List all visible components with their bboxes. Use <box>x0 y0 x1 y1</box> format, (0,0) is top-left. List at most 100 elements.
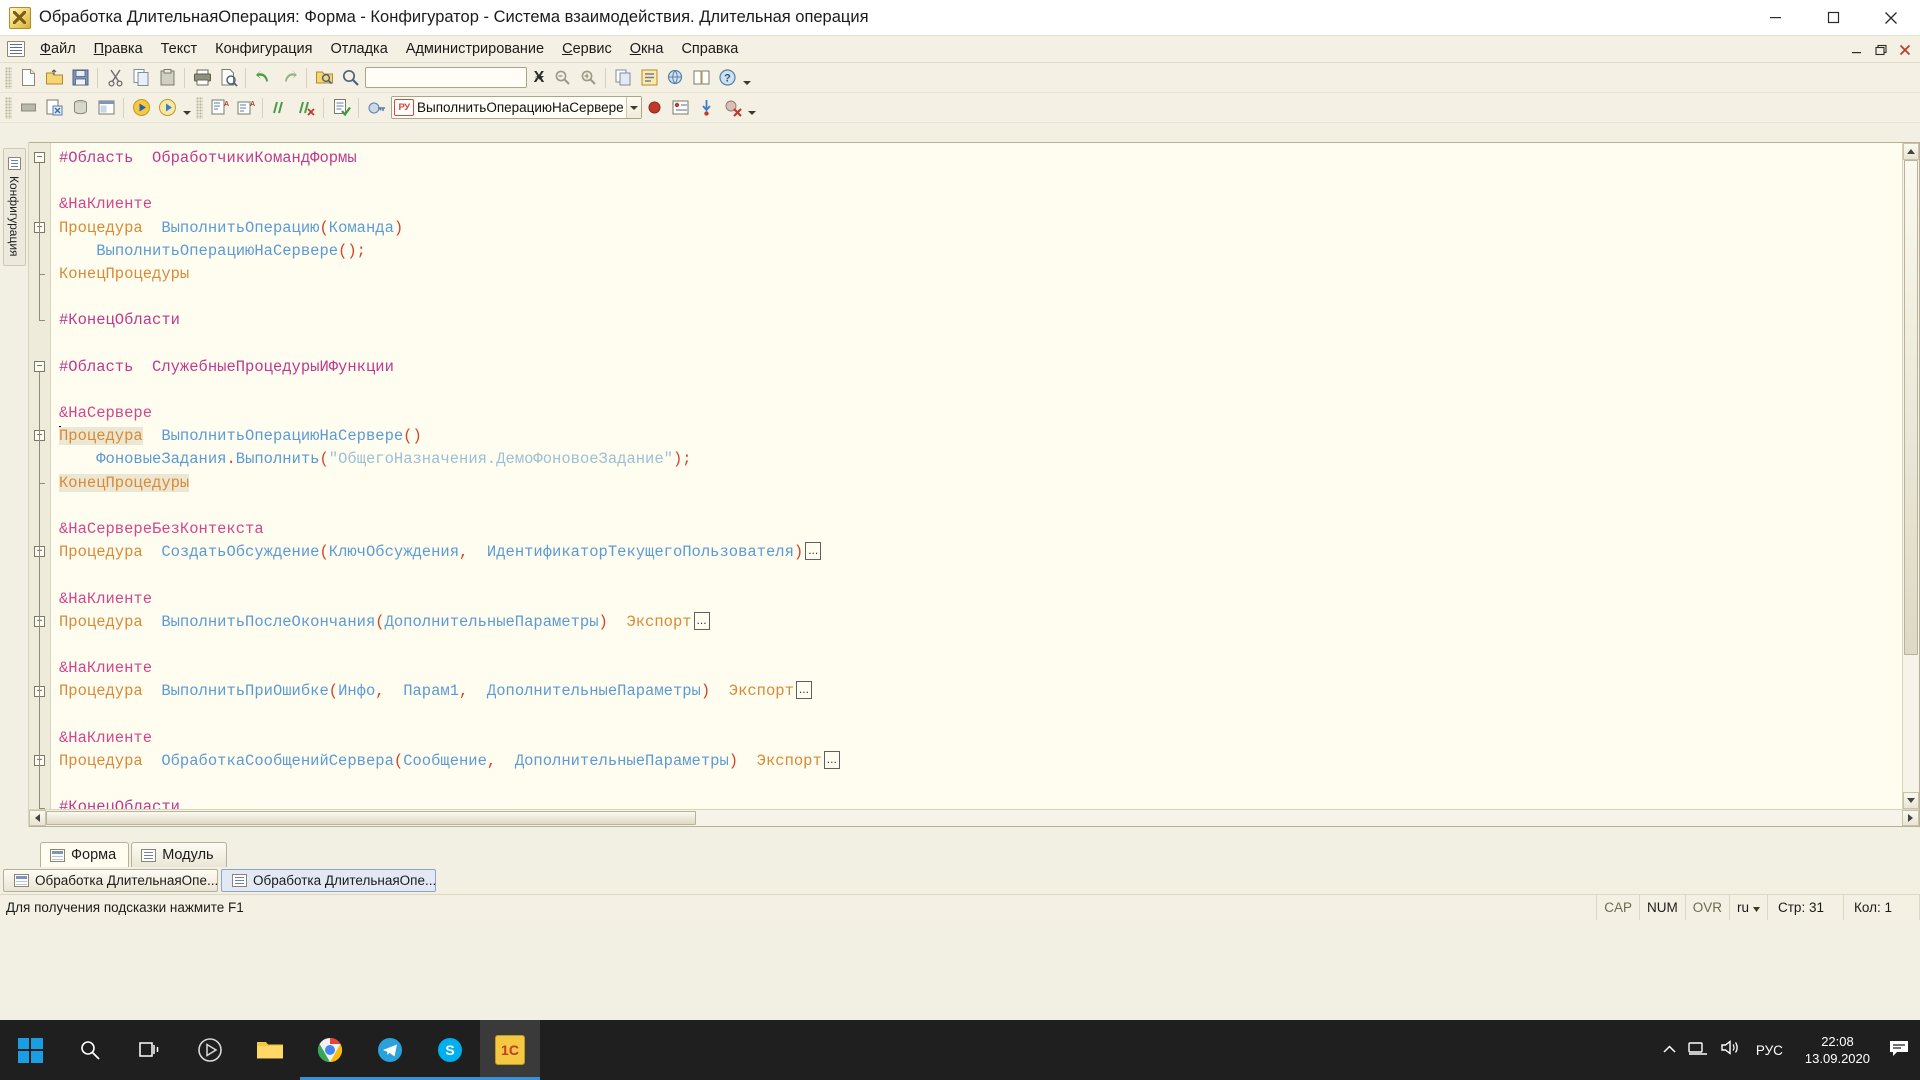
code-line[interactable]: Процедура ОбработкаСообщенийСервера(Сооб… <box>51 750 1902 773</box>
new-document-icon[interactable] <box>15 65 41 91</box>
minimize-button[interactable] <box>1746 0 1804 36</box>
scroll-left-button[interactable] <box>29 810 46 826</box>
step-into-icon[interactable] <box>694 95 720 121</box>
code-line[interactable]: &НаКлиенте <box>51 657 1902 680</box>
module-password-icon[interactable] <box>363 95 389 121</box>
menu-text[interactable]: Текст <box>152 38 207 60</box>
window-item-module[interactable]: Обработка ДлительнаяОпе... <box>221 869 436 892</box>
syntax-assistant-icon[interactable] <box>688 65 714 91</box>
toolbar-overflow-icon[interactable] <box>746 95 759 121</box>
toolbar-grip[interactable] <box>5 66 12 89</box>
start-debug-icon[interactable] <box>128 95 154 121</box>
clear-find-button[interactable]: X <box>529 65 549 91</box>
scroll-up-button[interactable] <box>1903 143 1919 160</box>
menu-configuration[interactable]: Конфигурация <box>206 38 321 60</box>
clock[interactable]: 22:08 13.09.2020 <box>1799 1033 1876 1067</box>
code-line[interactable]: Процедура ВыполнитьПослеОкончания(Дополн… <box>51 611 1902 634</box>
window-item-form[interactable]: Обработка ДлительнаяОпе... <box>3 869 218 892</box>
global-search-icon[interactable] <box>662 65 688 91</box>
configuration-tree-icon[interactable] <box>636 65 662 91</box>
notification-icon[interactable] <box>1888 1038 1910 1063</box>
code-line[interactable]: ФоновыеЗадания.Выполнить("ОбщегоНазначен… <box>51 448 1902 471</box>
child-maximize-icon[interactable] <box>1870 40 1892 60</box>
find-next-icon[interactable] <box>575 65 601 91</box>
collapsed-region-marker[interactable]: ... <box>795 681 812 700</box>
undo-arrow-icon[interactable] <box>250 65 276 91</box>
print-preview-icon[interactable] <box>215 65 241 91</box>
tab-module[interactable]: Модуль <box>131 842 227 867</box>
db-update-icon[interactable] <box>67 95 93 121</box>
fold-gutter[interactable]: −−−−++++ <box>29 143 51 809</box>
search-magnifier-icon[interactable] <box>337 65 363 91</box>
copy-icon[interactable] <box>128 65 154 91</box>
find-input[interactable] <box>366 70 535 85</box>
speaker-icon[interactable] <box>1720 1039 1740 1061</box>
open-folder-icon[interactable] <box>41 65 67 91</box>
find-previous-icon[interactable] <box>549 65 575 91</box>
paste-icon[interactable] <box>154 65 180 91</box>
chevron-up-icon[interactable] <box>1663 1041 1676 1059</box>
horizontal-scrollbar[interactable] <box>29 809 1919 826</box>
sidebar-item-configuration[interactable]: Конфигурация <box>2 148 26 266</box>
help-question-icon[interactable]: ? <box>714 65 740 91</box>
chevron-down-icon[interactable] <box>180 95 193 121</box>
code-line[interactable] <box>51 286 1902 309</box>
code-line[interactable]: &НаСервереБезКонтекста <box>51 518 1902 541</box>
menu-debug[interactable]: Отладка <box>321 38 396 60</box>
chevron-down-icon[interactable] <box>625 97 641 118</box>
file-explorer-icon[interactable] <box>240 1020 300 1080</box>
start-debug-client-icon[interactable] <box>154 95 180 121</box>
breakpoint-list-icon[interactable] <box>668 95 694 121</box>
close-button[interactable] <box>1862 0 1920 36</box>
set-breakpoint-icon[interactable] <box>642 95 668 121</box>
vscroll-track[interactable] <box>1903 160 1919 792</box>
menu-administration[interactable]: Администрирование <box>397 38 553 60</box>
go-to-procedure-icon[interactable]: A <box>206 95 232 121</box>
remove-all-breakpoints-icon[interactable] <box>720 95 746 121</box>
skype-icon[interactable]: S <box>420 1020 480 1080</box>
network-icon[interactable] <box>1688 1040 1708 1061</box>
task-view-icon[interactable] <box>120 1020 180 1080</box>
code-text-area[interactable]: #Область ОбработчикиКомандФормы &НаКлиент… <box>51 143 1902 809</box>
toolbar-grip[interactable] <box>5 96 12 119</box>
code-line[interactable]: #Область ОбработчикиКомандФормы <box>51 147 1902 170</box>
code-line[interactable]: КонецПроцедуры <box>51 263 1902 286</box>
code-line[interactable] <box>51 379 1902 402</box>
collapsed-region-marker[interactable]: ... <box>823 750 840 769</box>
code-line[interactable] <box>51 564 1902 587</box>
search-taskbar-icon[interactable] <box>60 1020 120 1080</box>
toolbar-overflow-icon[interactable] <box>740 65 753 91</box>
child-close-icon[interactable] <box>1894 40 1916 60</box>
code-line[interactable]: #Область СлужебныеПроцедурыИФункции <box>51 356 1902 379</box>
code-line[interactable] <box>51 634 1902 657</box>
menu-service[interactable]: Сервис <box>553 38 621 60</box>
code-line[interactable] <box>51 495 1902 518</box>
maximize-button[interactable] <box>1804 0 1862 36</box>
code-line[interactable]: #КонецОбласти <box>51 309 1902 332</box>
code-line[interactable] <box>51 704 1902 727</box>
language-indicator[interactable]: РУС <box>1752 1043 1787 1058</box>
comment-block-icon[interactable] <box>267 95 293 121</box>
code-line[interactable]: &НаКлиенте <box>51 588 1902 611</box>
telegram-icon[interactable] <box>360 1020 420 1080</box>
menu-file[interactable]: Файл <box>31 38 85 60</box>
cut-scissors-icon[interactable] <box>102 65 128 91</box>
code-line[interactable]: КонецПроцедуры <box>51 472 1902 495</box>
code-line[interactable]: ВыполнитьОперациюНаСервере(); <box>51 240 1902 263</box>
chrome-icon[interactable] <box>300 1020 360 1080</box>
code-line[interactable]: #КонецОбласти <box>51 796 1902 809</box>
go-to-function-icon[interactable]: A <box>232 95 258 121</box>
menu-windows[interactable]: Окна <box>621 38 673 60</box>
collapsed-region-marker[interactable]: ... <box>805 542 822 561</box>
code-line[interactable] <box>51 333 1902 356</box>
save-icon[interactable] <box>67 65 93 91</box>
scroll-down-button[interactable] <box>1903 792 1919 809</box>
redo-arrow-icon[interactable] <box>276 65 302 91</box>
find-combo[interactable] <box>365 67 544 88</box>
menu-edit[interactable]: Правка <box>85 38 152 60</box>
code-line[interactable]: Процедура ВыполнитьОперациюНаСервере() <box>51 425 1902 448</box>
database-config-icon[interactable] <box>41 95 67 121</box>
find-in-folder-icon[interactable] <box>311 65 337 91</box>
print-icon[interactable] <box>189 65 215 91</box>
child-restore-down-icon[interactable] <box>1846 40 1868 60</box>
